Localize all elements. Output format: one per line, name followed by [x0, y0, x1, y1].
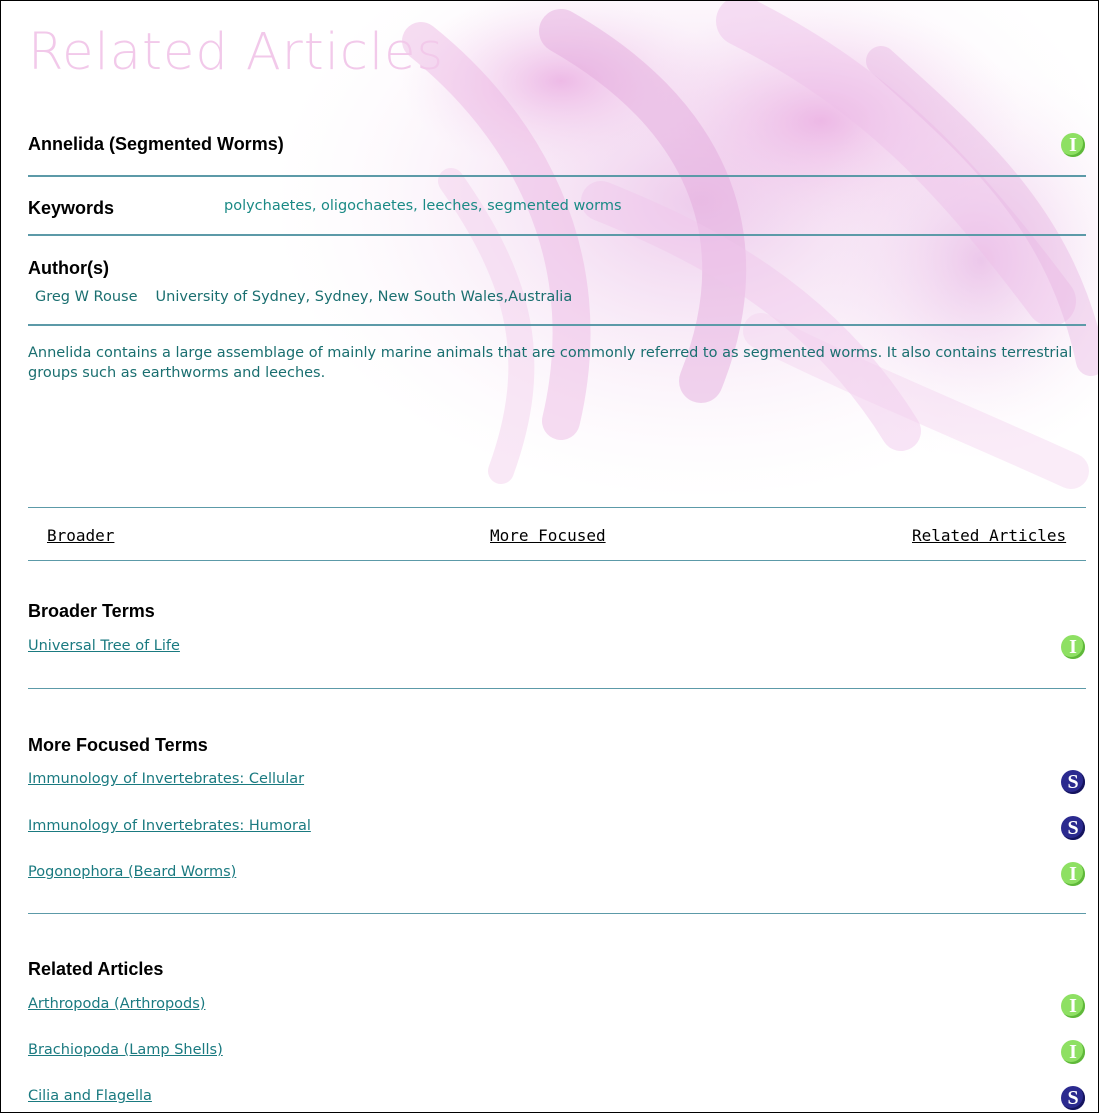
intro-badge-icon[interactable]: I [1061, 994, 1085, 1018]
intro-badge-icon[interactable]: I [1061, 133, 1085, 157]
divider [28, 175, 1086, 177]
author-name: Greg W Rouse [35, 289, 138, 305]
divider [28, 234, 1086, 236]
keywords-label: Keywords [28, 198, 115, 218]
intro-badge-icon[interactable]: I [1061, 1040, 1085, 1064]
content-area: Related Articles Annelida (Segmented Wor… [1, 1, 1098, 1112]
article-abstract: Annelida contains a large assemblage of … [28, 345, 1073, 381]
focused-term-link[interactable]: Immunology of Invertebrates: Cellular [28, 771, 304, 787]
standard-badge-icon[interactable]: S [1061, 770, 1085, 794]
broader-term-link[interactable]: Universal Tree of Life [28, 638, 180, 654]
intro-badge-icon[interactable]: I [1061, 862, 1085, 886]
broader-terms-heading: Broader Terms [28, 601, 155, 621]
related-article-link[interactable]: Brachiopoda (Lamp Shells) [28, 1042, 223, 1058]
divider [28, 913, 1086, 914]
divider [28, 507, 1086, 508]
related-article-link[interactable]: Arthropoda (Arthropods) [28, 996, 205, 1012]
divider [28, 324, 1086, 326]
divider [28, 560, 1086, 561]
nav-broader-link[interactable]: Broader [47, 526, 114, 545]
keywords-value: polychaetes, oligochaetes, leeches, segm… [224, 198, 622, 214]
author-affiliation: University of Sydney, Sydney, New South … [155, 289, 573, 305]
author-line: Greg W Rouse University of Sydney, Sydney… [35, 289, 572, 305]
focused-term-link[interactable]: Immunology of Invertebrates: Humoral [28, 818, 311, 834]
nav-more-focused-link[interactable]: More Focused [490, 526, 606, 545]
article-title: Annelida (Segmented Worms) [28, 134, 284, 154]
focused-term-link[interactable]: Pogonophora (Beard Worms) [28, 864, 236, 880]
divider [28, 688, 1086, 689]
focused-terms-heading: More Focused Terms [28, 735, 208, 755]
authors-label: Author(s) [28, 258, 109, 278]
standard-badge-icon[interactable]: S [1061, 816, 1085, 840]
standard-badge-icon[interactable]: S [1061, 1086, 1085, 1110]
page-title: Related Articles [28, 23, 445, 82]
intro-badge-icon[interactable]: I [1061, 635, 1085, 659]
related-article-link[interactable]: Cilia and Flagella [28, 1088, 152, 1104]
page-frame: Related Articles Annelida (Segmented Wor… [0, 0, 1099, 1113]
nav-related-articles-link[interactable]: Related Articles [912, 526, 1066, 545]
related-articles-heading: Related Articles [28, 959, 164, 979]
